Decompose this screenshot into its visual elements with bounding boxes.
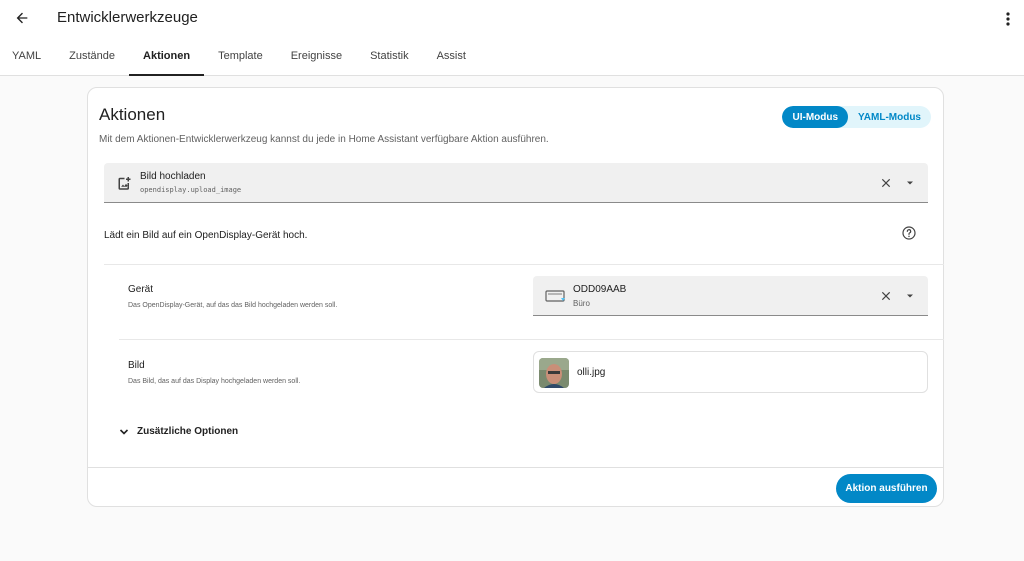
device-area: Büro (573, 299, 590, 308)
yaml-mode-button[interactable]: YAML-Modus (848, 106, 931, 128)
card-title: Aktionen (99, 105, 166, 124)
run-action-button[interactable]: Aktion ausführen (836, 474, 937, 503)
overflow-menu-button[interactable] (1000, 7, 1016, 31)
chevron-down-icon (119, 428, 129, 435)
image-field-label: Bild (128, 360, 145, 371)
tab-states[interactable]: Zustände (55, 40, 129, 76)
action-id: opendisplay.upload_image (140, 186, 242, 194)
extra-options-expander[interactable]: Zusätzliche Optionen (119, 426, 238, 437)
ui-mode-button[interactable]: UI-Modus (782, 106, 849, 128)
extra-options-label: Zusätzliche Optionen (137, 426, 239, 437)
device-name: ODD09AAB (573, 284, 627, 295)
divider (88, 467, 943, 468)
image-filename: olli.jpg (577, 367, 606, 378)
tab-actions[interactable]: Aktionen (129, 40, 205, 76)
device-field-help: Das OpenDisplay-Gerät, auf das das Bild … (128, 302, 338, 309)
image-picker[interactable]: olli.jpg (533, 351, 928, 393)
tab-template[interactable]: Template (204, 40, 277, 76)
action-description: Lädt ein Bild auf ein OpenDisplay-Gerät … (104, 230, 308, 241)
arrow-left-icon (16, 12, 28, 24)
device-field-label: Gerät (128, 284, 154, 295)
chevron-down-icon[interactable] (905, 178, 915, 188)
back-button[interactable] (10, 6, 34, 30)
device-select[interactable]: ODD09AAB Büro (533, 276, 928, 316)
top-bar: Entwicklerwerkzeuge YAML Zustände Aktion… (0, 0, 1024, 76)
action-name: Bild hochladen (140, 171, 206, 182)
dots-vertical-icon (1006, 12, 1010, 26)
chevron-down-icon[interactable] (905, 291, 915, 301)
divider (119, 339, 944, 340)
help-circle-icon[interactable] (901, 225, 917, 241)
tab-bar: YAML Zustände Aktionen Template Ereignis… (0, 40, 480, 76)
tab-statistics[interactable]: Statistik (356, 40, 423, 76)
image-upload-icon (118, 177, 131, 190)
page-title: Entwicklerwerkzeuge (57, 9, 198, 26)
image-field-help: Das Bild, das auf das Display hochgelade… (128, 378, 301, 385)
close-icon[interactable] (879, 289, 893, 303)
actions-card: Aktionen Mit dem Aktionen-Entwicklerwerk… (87, 87, 944, 507)
tab-yaml[interactable]: YAML (0, 40, 55, 76)
divider (104, 264, 944, 265)
display-device-icon (545, 290, 565, 302)
tab-events[interactable]: Ereignisse (277, 40, 356, 76)
image-thumbnail (539, 358, 569, 388)
action-select[interactable]: Bild hochladen opendisplay.upload_image (104, 163, 928, 203)
mode-toggle: UI-Modus YAML-Modus (782, 106, 931, 128)
tab-assist[interactable]: Assist (423, 40, 480, 76)
close-icon[interactable] (879, 176, 893, 190)
card-description: Mit dem Aktionen-Entwicklerwerkzeug kann… (99, 134, 549, 145)
